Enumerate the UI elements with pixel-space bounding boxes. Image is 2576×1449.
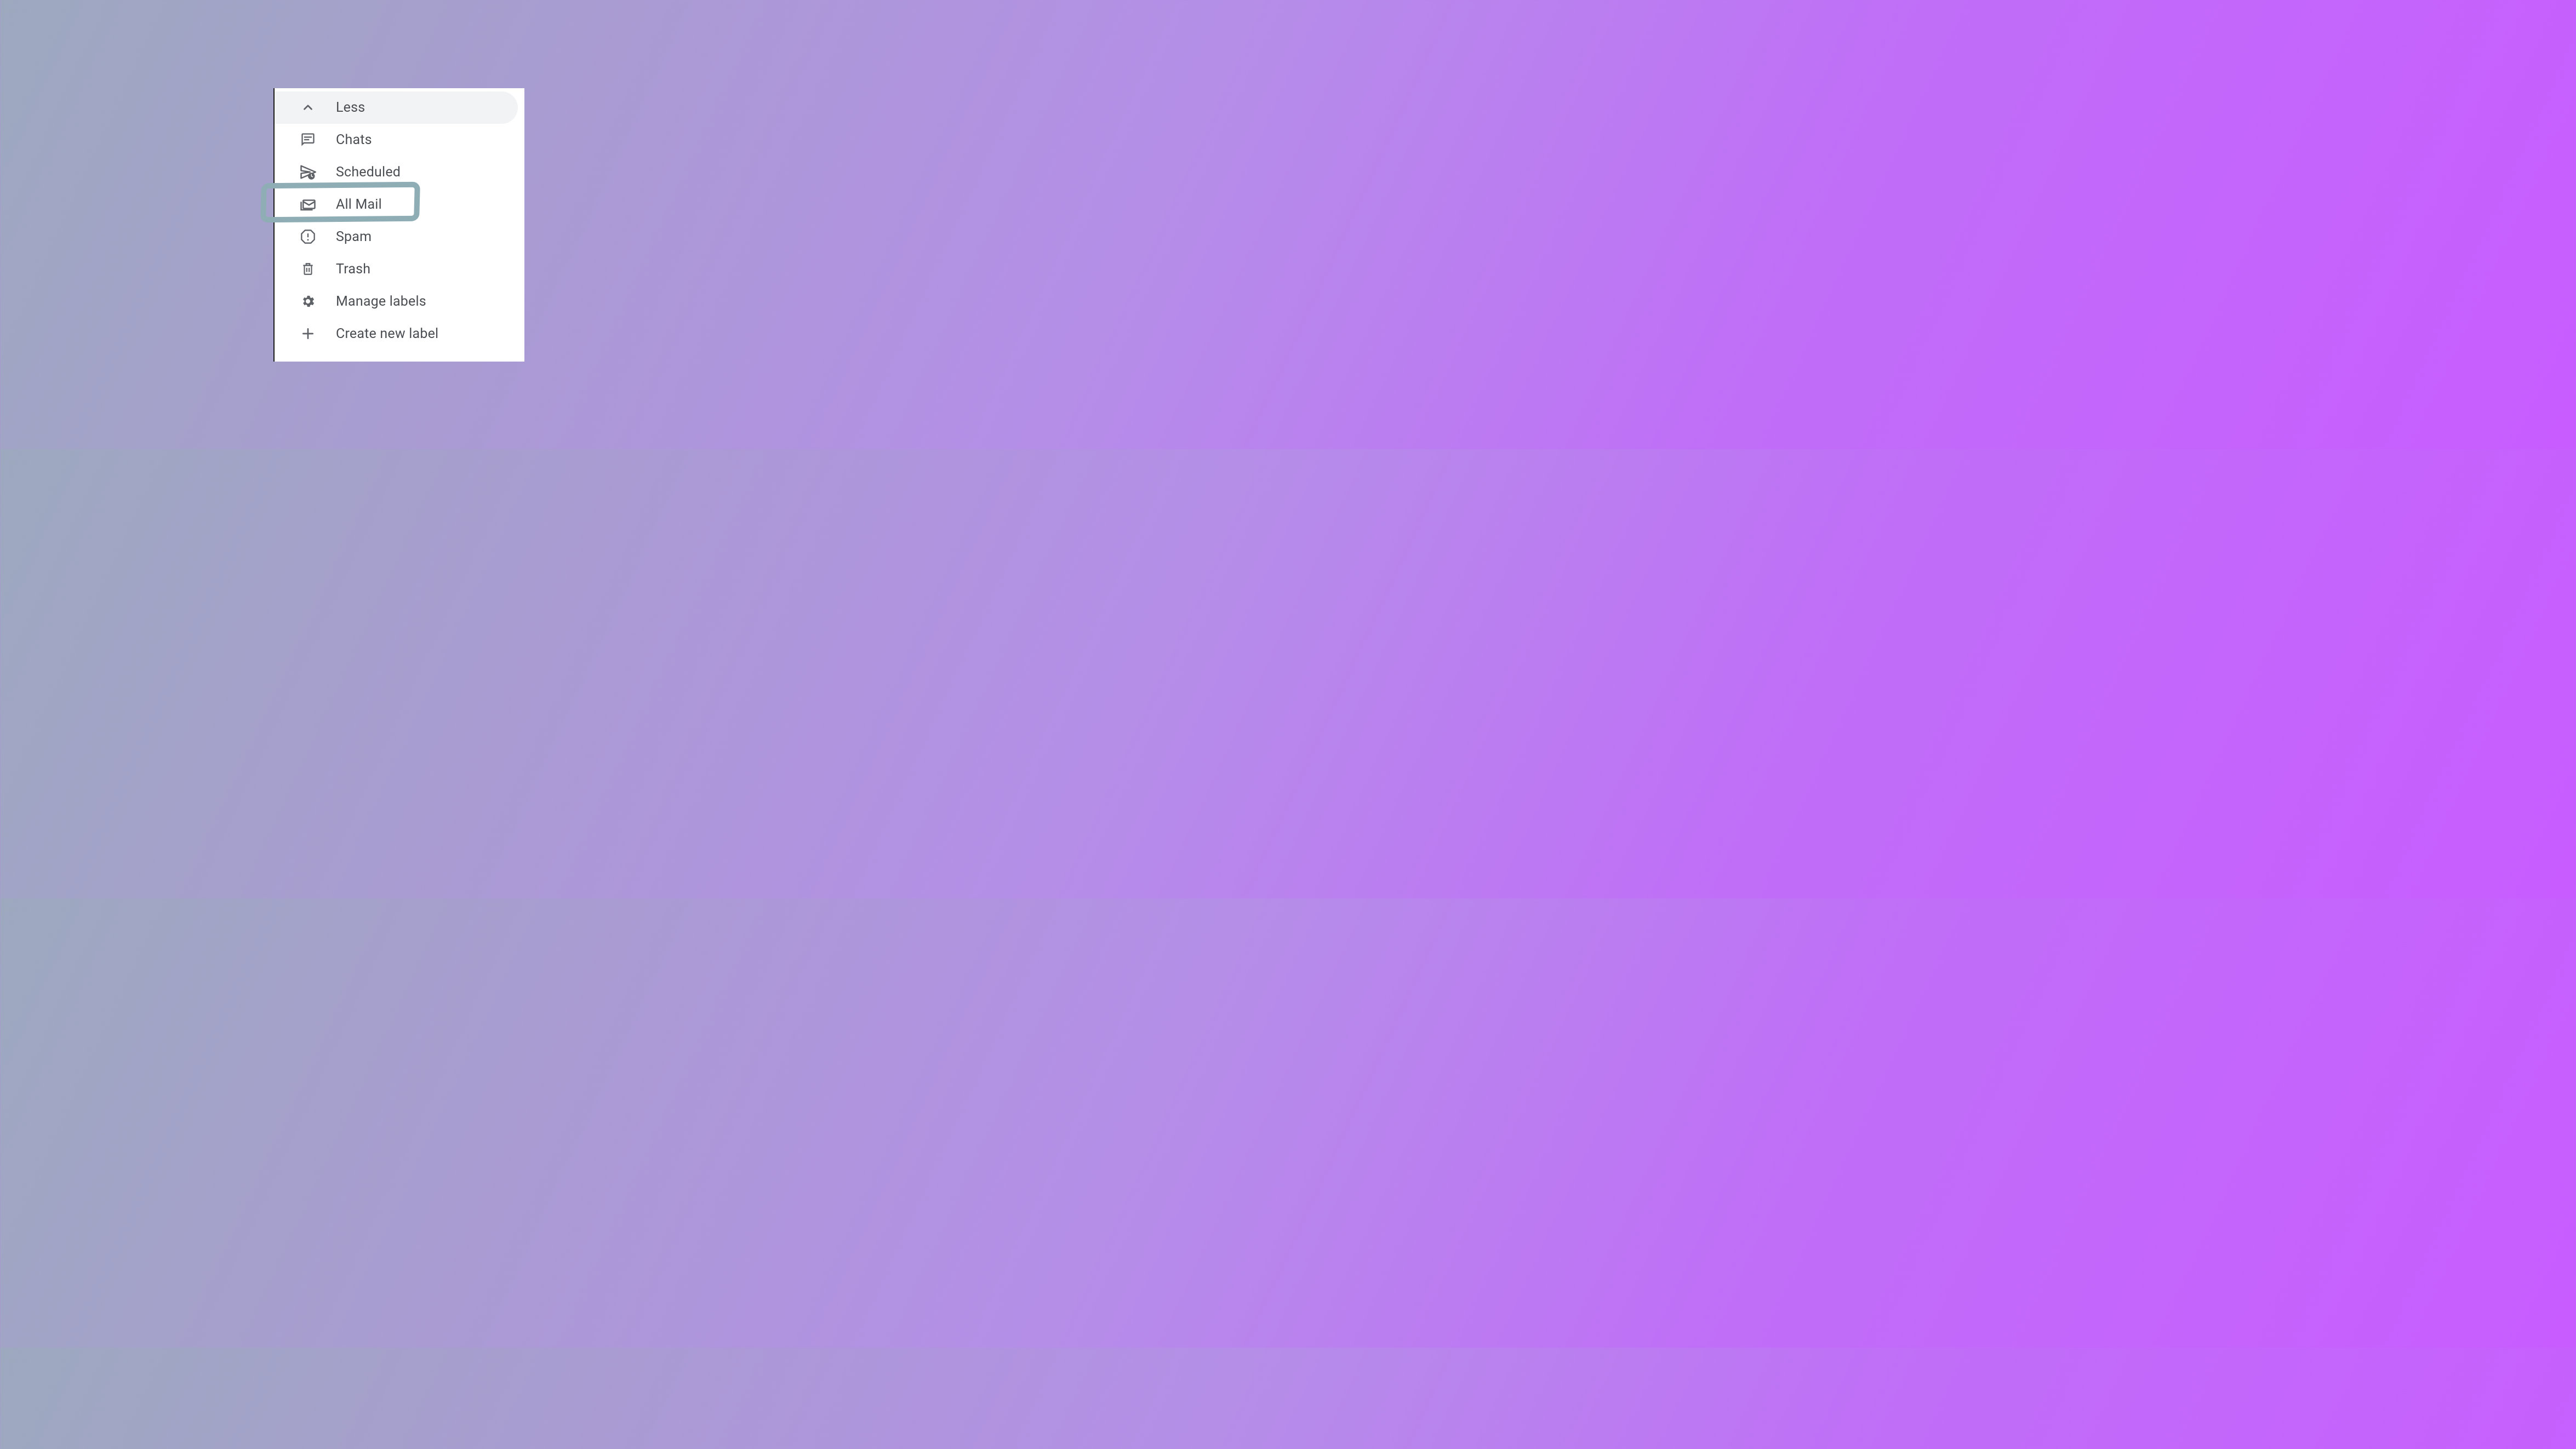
sidebar-item-label: All Mail [336, 197, 382, 213]
sidebar-item-create-label[interactable]: Create new label [275, 318, 518, 350]
sidebar-item-label: Spam [336, 229, 372, 245]
sidebar-item-all-mail[interactable]: All Mail [275, 188, 518, 221]
scheduled-send-icon [300, 164, 316, 180]
sidebar-item-label: Less [336, 100, 365, 116]
sidebar-item-label: Create new label [336, 326, 438, 342]
gear-icon [300, 293, 316, 310]
sidebar-item-spam[interactable]: Spam [275, 221, 518, 253]
plus-icon [300, 325, 316, 342]
sidebar-item-trash[interactable]: Trash [275, 253, 518, 285]
chat-icon [300, 131, 316, 148]
sidebar-panel: Less Chats Scheduled All Mail Spam Trash [273, 88, 524, 362]
stacked-mail-icon [300, 196, 316, 213]
sidebar-item-label: Scheduled [336, 164, 401, 180]
sidebar-item-manage-labels[interactable]: Manage labels [275, 285, 518, 318]
trash-icon [300, 261, 316, 277]
sidebar-item-label: Chats [336, 132, 372, 148]
spam-icon [300, 228, 316, 245]
sidebar-item-label: Manage labels [336, 294, 426, 310]
sidebar-item-less[interactable]: Less [275, 91, 518, 124]
sidebar-item-chats[interactable]: Chats [275, 124, 518, 156]
chevron-up-icon [300, 99, 316, 116]
sidebar-item-scheduled[interactable]: Scheduled [275, 156, 518, 188]
sidebar-item-label: Trash [336, 261, 370, 277]
